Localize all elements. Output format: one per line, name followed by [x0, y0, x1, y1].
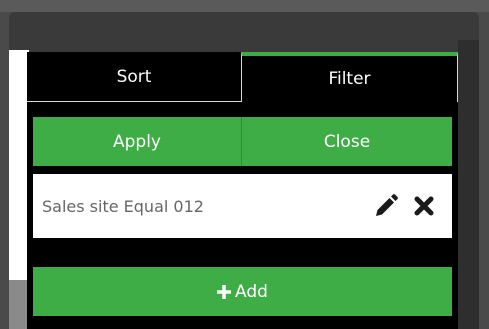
filter-panel: Sort Filter Apply Close Sales site Equal…: [27, 52, 458, 329]
background-lower: [9, 280, 29, 329]
filter-item-text: Sales site Equal 012: [42, 196, 204, 216]
x-icon[interactable]: [410, 192, 438, 220]
close-button[interactable]: Close: [242, 117, 452, 166]
apply-button[interactable]: Apply: [33, 117, 242, 166]
pencil-icon[interactable]: [372, 192, 400, 220]
action-button-row: Apply Close: [33, 117, 452, 166]
background-top-strip: [0, 0, 489, 12]
tab-filter[interactable]: Filter: [241, 52, 458, 102]
plus-icon: [217, 284, 232, 299]
add-button[interactable]: Add: [33, 267, 452, 316]
tab-sort[interactable]: Sort: [27, 52, 241, 102]
tab-bar: Sort Filter: [27, 52, 458, 102]
tab-filter-label: Filter: [328, 69, 371, 89]
filter-item: Sales site Equal 012: [33, 174, 452, 238]
background-content: [9, 50, 29, 280]
background-right-edge: [458, 40, 479, 329]
tab-sort-label: Sort: [116, 66, 152, 87]
add-button-label: Add: [235, 281, 268, 302]
